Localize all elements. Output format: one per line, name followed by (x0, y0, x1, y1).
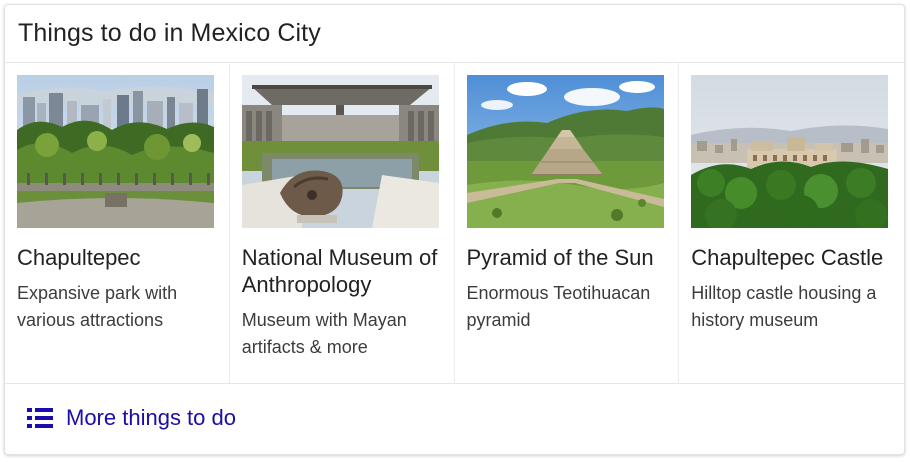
attraction-item-castle[interactable]: Chapultepec Castle Hilltop castle housin… (679, 63, 904, 383)
pyramid-image[interactable] (466, 75, 664, 228)
attraction-item-pyramid[interactable]: Pyramid of the Sun Enormous Teotihuacan … (455, 63, 680, 383)
chapultepec-image[interactable] (17, 75, 214, 228)
more-things-label[interactable]: More things to do (66, 405, 236, 431)
attraction-item-museum[interactable]: National Museum of Anthropology Museum w… (230, 63, 455, 383)
attraction-title[interactable]: Chapultepec Castle (691, 244, 896, 271)
more-things-link[interactable]: More things to do (27, 405, 236, 431)
attraction-title[interactable]: National Museum of Anthropology (242, 244, 447, 298)
castle-image[interactable] (691, 75, 889, 228)
footer-divider (5, 383, 904, 384)
card-title: Things to do in Mexico City (18, 19, 321, 47)
attraction-description: Hilltop castle housing a history museum (691, 283, 877, 330)
attraction-item-chapultepec[interactable]: Chapultepec Expansive park with various … (5, 63, 230, 383)
attractions-list: Chapultepec Expansive park with various … (5, 63, 904, 383)
list-icon (27, 408, 53, 428)
attraction-description: Expansive park with various attractions (17, 283, 178, 330)
attraction-title[interactable]: Chapultepec (17, 244, 222, 271)
museum-image[interactable] (241, 75, 439, 228)
attraction-description: Museum with Mayan artifacts & more (241, 310, 407, 357)
attraction-description: Enormous Teotihuacan pyramid (466, 283, 651, 330)
things-to-do-card: Things to do in Mexico City Chapultepec … (4, 4, 905, 455)
attraction-title[interactable]: Pyramid of the Sun (467, 244, 672, 271)
